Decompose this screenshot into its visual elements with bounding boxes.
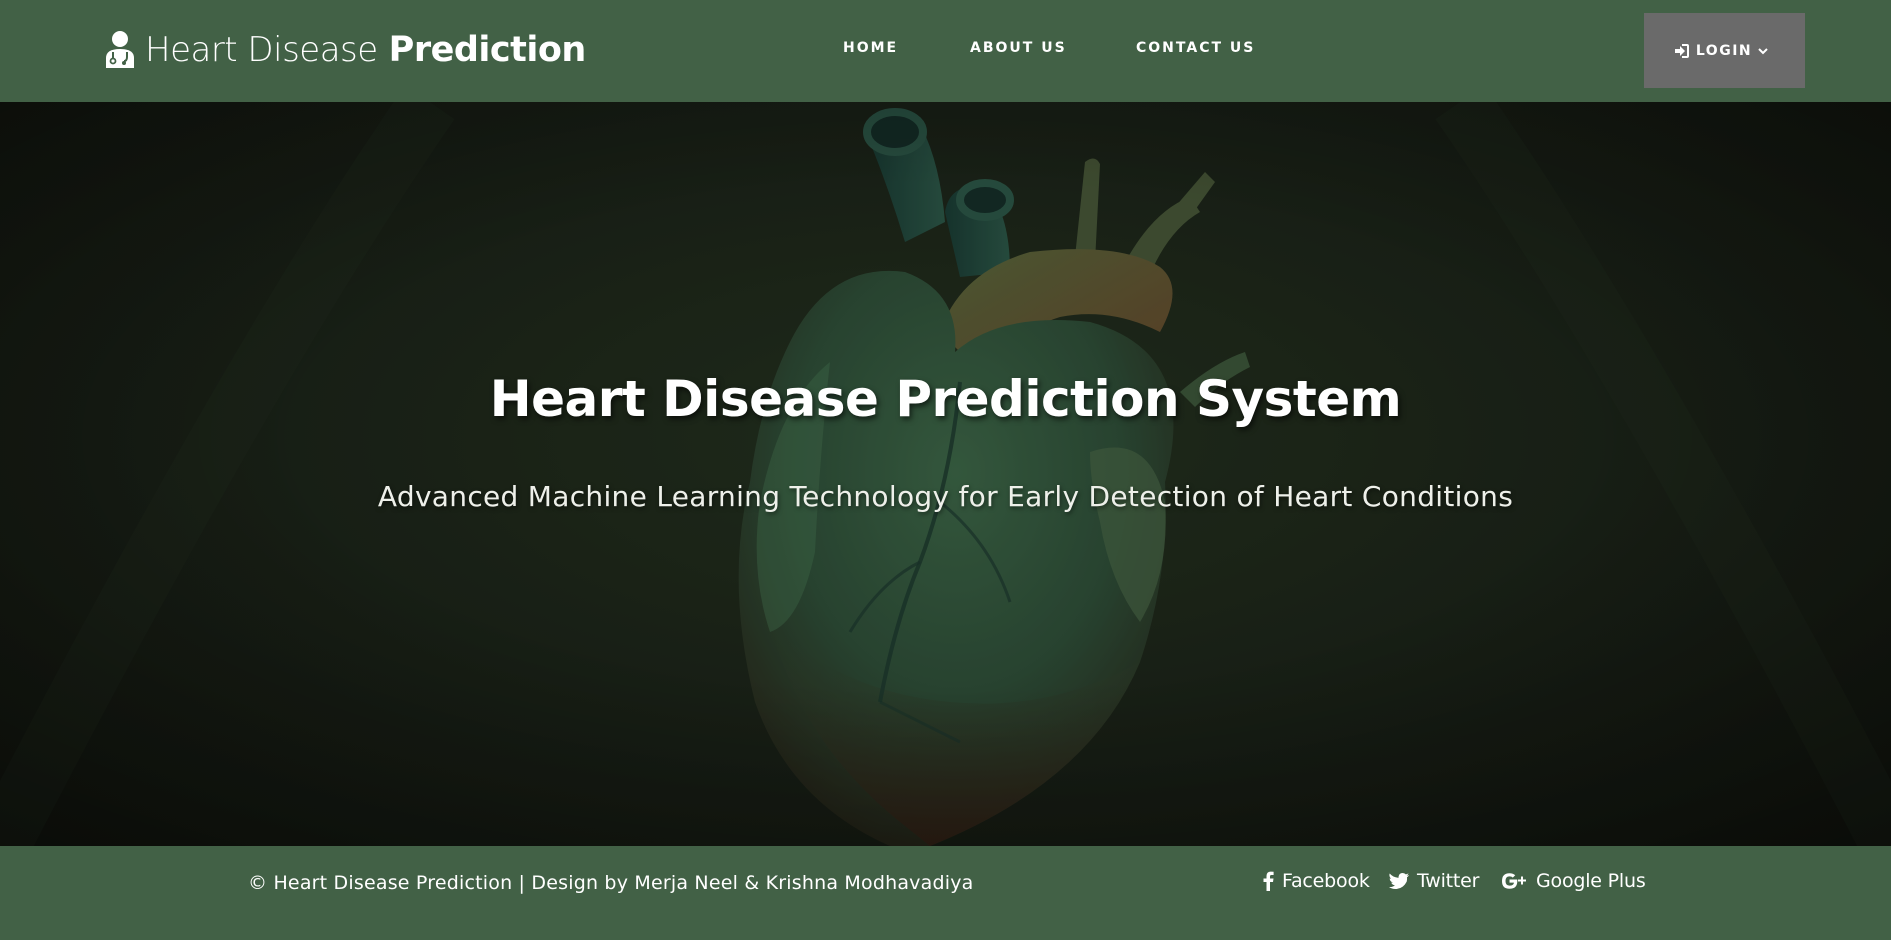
social-label-google-plus: Google Plus	[1536, 870, 1646, 892]
nav-link-contact-us[interactable]: CONTACT US	[1136, 40, 1255, 56]
google-plus-icon	[1502, 873, 1526, 889]
brand-text-bold: Prediction	[388, 30, 587, 70]
navbar: Heart Disease Prediction HOME ABOUT US C…	[0, 0, 1891, 102]
brand-text-light: Heart Disease	[145, 30, 378, 70]
login-label: LOGIN	[1695, 42, 1753, 59]
hero-subtitle: Advanced Machine Learning Technology for…	[377, 480, 1514, 513]
brand-logo-link[interactable]: Heart Disease Prediction	[104, 26, 586, 74]
hero-section: Heart Disease Prediction System Advanced…	[0, 102, 1891, 846]
footer: © Heart Disease Prediction | Design by M…	[0, 846, 1891, 940]
footer-copyright: © Heart Disease Prediction | Design by M…	[248, 872, 974, 894]
social-label-facebook: Facebook	[1282, 870, 1370, 892]
heart-illustration	[0, 102, 1891, 846]
sign-in-icon	[1674, 43, 1689, 58]
chevron-down-icon	[1758, 47, 1768, 54]
login-dropdown-button[interactable]: LOGIN	[1644, 13, 1805, 88]
social-link-facebook[interactable]: Facebook	[1263, 870, 1370, 892]
social-link-google-plus[interactable]: Google Plus	[1501, 870, 1646, 892]
facebook-icon	[1263, 871, 1274, 891]
nav-link-home[interactable]: HOME	[843, 40, 898, 56]
social-label-twitter: Twitter	[1417, 870, 1480, 892]
social-link-twitter[interactable]: Twitter	[1389, 870, 1479, 892]
twitter-icon	[1389, 872, 1409, 889]
hero-title: Heart Disease Prediction System	[489, 370, 1402, 428]
doctor-icon	[106, 31, 134, 68]
nav-link-about-us[interactable]: ABOUT US	[970, 40, 1067, 56]
